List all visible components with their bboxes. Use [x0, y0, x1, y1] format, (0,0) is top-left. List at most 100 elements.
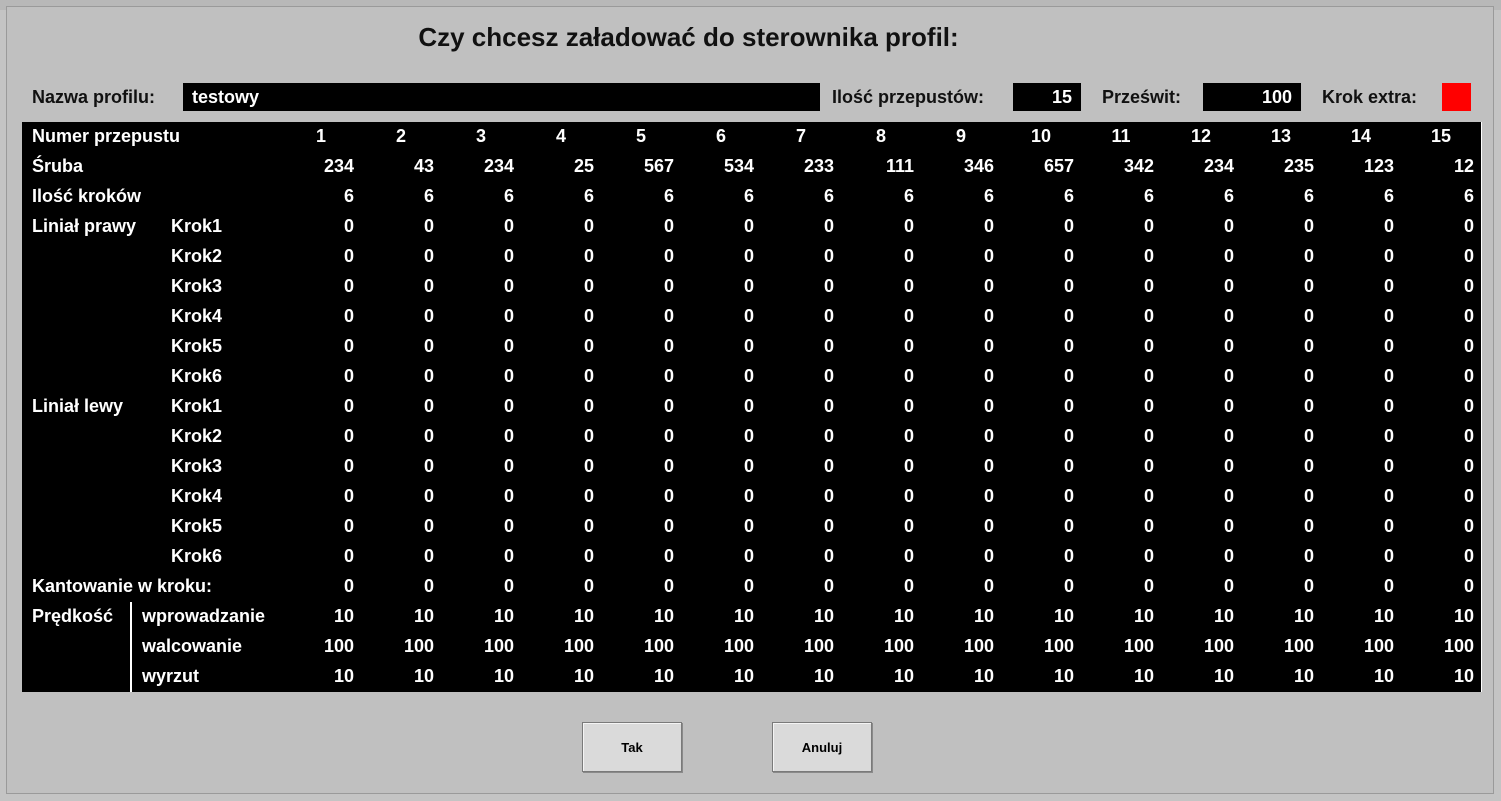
table-cell: 0	[681, 212, 761, 242]
table-cell: 0	[1161, 362, 1241, 392]
table-cell: 0	[521, 362, 601, 392]
table-cell: 0	[1001, 542, 1081, 572]
table-cell: 0	[1321, 452, 1401, 482]
column-header: 15	[1401, 122, 1481, 152]
table-cell: 100	[1081, 632, 1161, 662]
table-cell: 0	[281, 392, 361, 422]
table-cell: 0	[281, 512, 361, 542]
row-label-speed: wprowadzanie	[132, 602, 281, 632]
table-cell: 0	[521, 212, 601, 242]
table-cell: 10	[1161, 662, 1241, 692]
table-cell: 0	[361, 302, 441, 332]
table-cell: 0	[1241, 302, 1321, 332]
table-cell: 0	[281, 452, 361, 482]
table-cell: 100	[281, 632, 361, 662]
table-cell: 0	[1241, 332, 1321, 362]
table-cell: 0	[1081, 362, 1161, 392]
table-cell: 0	[281, 242, 361, 272]
column-header: 10	[1001, 122, 1081, 152]
table-cell: 0	[361, 272, 441, 302]
table-cell: 0	[761, 512, 841, 542]
table-cell: 0	[761, 482, 841, 512]
table-cell: 0	[1001, 392, 1081, 422]
table-cell: 0	[1401, 572, 1481, 602]
row-label-step: Krok6	[161, 542, 281, 572]
extra-step-indicator	[1442, 83, 1471, 111]
table-cell: 567	[601, 152, 681, 182]
table-cell: 0	[521, 392, 601, 422]
table-cell: 0	[1321, 392, 1401, 422]
yes-button[interactable]: Tak	[582, 722, 682, 772]
row-label-step: Krok3	[161, 452, 281, 482]
table-cell: 0	[601, 452, 681, 482]
table-cell: 0	[1321, 272, 1401, 302]
table-cell: 0	[601, 422, 681, 452]
table-cell: 0	[1321, 572, 1401, 602]
table-cell: 10	[281, 602, 361, 632]
table-cell: 0	[601, 362, 681, 392]
table-cell: 0	[841, 332, 921, 362]
table-cell: 0	[281, 302, 361, 332]
table-cell: 0	[1081, 212, 1161, 242]
table-cell: 0	[761, 302, 841, 332]
table-cell: 0	[1401, 482, 1481, 512]
row-label-step: Krok1	[161, 212, 281, 242]
table-cell: 0	[1001, 332, 1081, 362]
table-cell: 0	[1001, 272, 1081, 302]
table-cell: 0	[921, 392, 1001, 422]
table-cell: 0	[521, 242, 601, 272]
table-cell: 0	[1321, 242, 1401, 272]
table-cell: 0	[1161, 452, 1241, 482]
table-cell: 0	[681, 302, 761, 332]
table-cell: 0	[441, 512, 521, 542]
table-cell: 6	[681, 182, 761, 212]
table-cell: 0	[1081, 542, 1161, 572]
table-cell: 0	[1161, 242, 1241, 272]
cancel-button[interactable]: Anuluj	[772, 722, 872, 772]
table-cell: 0	[361, 392, 441, 422]
table-cell: 0	[601, 272, 681, 302]
table-cell: 0	[1161, 572, 1241, 602]
table-cell: 0	[521, 332, 601, 362]
table-cell: 10	[1401, 602, 1481, 632]
table-cell: 0	[841, 362, 921, 392]
table-cell: 0	[521, 302, 601, 332]
table-cell: 0	[521, 512, 601, 542]
table-cell: 0	[1081, 302, 1161, 332]
table-cell: 10	[681, 602, 761, 632]
table-cell: 0	[1161, 332, 1241, 362]
table-cell: 0	[1241, 482, 1321, 512]
table-cell: 0	[841, 542, 921, 572]
table-cell: 0	[1321, 332, 1401, 362]
table-cell: 0	[1161, 212, 1241, 242]
table-cell: 0	[681, 272, 761, 302]
profile-name-field: testowy	[183, 83, 820, 111]
table-cell: 534	[681, 152, 761, 182]
table-cell: 12	[1401, 152, 1481, 182]
table-cell: 0	[521, 272, 601, 302]
table-cell: 100	[601, 632, 681, 662]
column-header: 5	[601, 122, 681, 152]
table-cell: 0	[281, 212, 361, 242]
table-cell: 0	[361, 512, 441, 542]
table-cell: 0	[281, 572, 361, 602]
table-cell: 10	[441, 602, 521, 632]
table-cell: 0	[281, 542, 361, 572]
table-cell: 234	[281, 152, 361, 182]
table-cell: 0	[681, 452, 761, 482]
table-cell: 0	[1161, 302, 1241, 332]
table-cell: 10	[601, 602, 681, 632]
table-cell: 0	[1241, 242, 1321, 272]
table-cell: 10	[361, 662, 441, 692]
table-cell: 0	[1401, 512, 1481, 542]
table-cell: 0	[1401, 542, 1481, 572]
table-cell: 100	[681, 632, 761, 662]
table-cell: 6	[521, 182, 601, 212]
column-header: 14	[1321, 122, 1401, 152]
table-cell: 0	[1321, 422, 1401, 452]
table-cell: 0	[1001, 512, 1081, 542]
table-cell: 10	[1241, 662, 1321, 692]
table-cell: 0	[841, 422, 921, 452]
table-cell: 0	[361, 572, 441, 602]
table-cell: 10	[1161, 602, 1241, 632]
